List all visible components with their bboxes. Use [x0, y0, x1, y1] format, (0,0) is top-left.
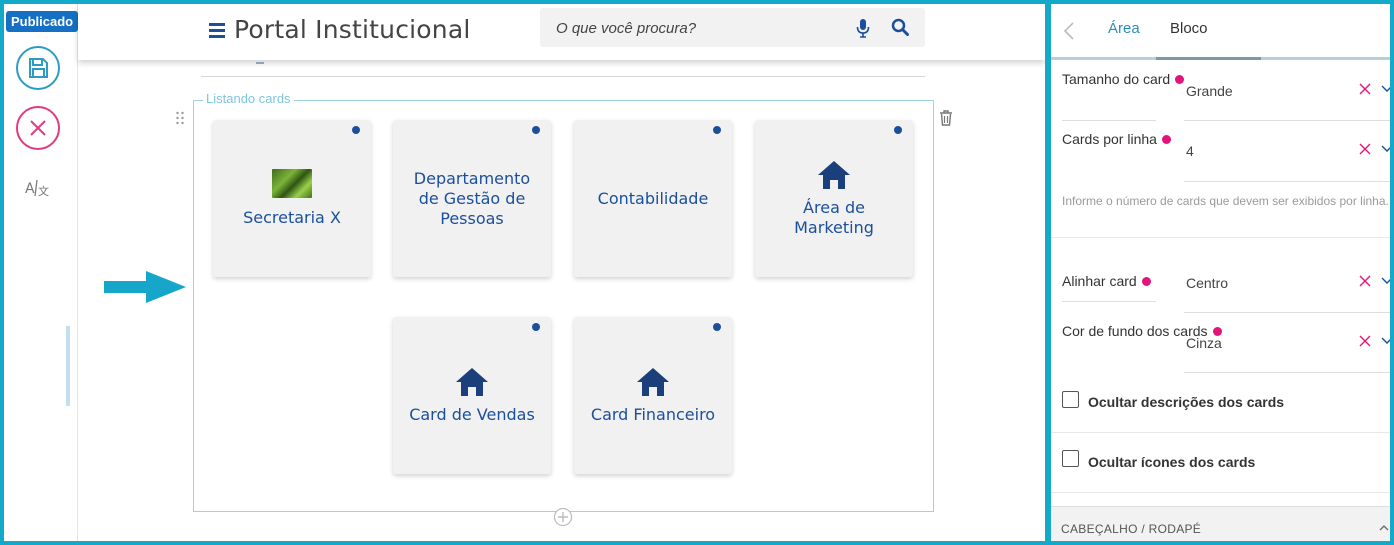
save-button[interactable]: [16, 46, 60, 90]
required-indicator: [1141, 277, 1151, 286]
card-status-dot: [532, 126, 540, 134]
card-label: Área de Marketing: [794, 197, 874, 237]
close-icon: [30, 120, 46, 136]
accordion-title: CABEÇALHO / RODAPÉ: [1061, 522, 1202, 536]
field-underline: [1184, 120, 1390, 121]
chevron-down-icon[interactable]: [1381, 277, 1390, 285]
svg-text:文: 文: [38, 184, 49, 198]
add-block-icon[interactable]: [553, 507, 573, 527]
clear-icon[interactable]: [1359, 83, 1371, 95]
card-financeiro[interactable]: Card Financeiro: [574, 317, 732, 474]
tab-area[interactable]: Área: [1108, 20, 1140, 37]
cancel-button[interactable]: [16, 106, 60, 150]
section-legend: Listando cards: [203, 91, 294, 106]
field-underline: [1184, 312, 1390, 313]
site-header: Portal Institucional: [78, 4, 1045, 60]
card-status-dot: [713, 126, 721, 134]
clear-icon[interactable]: [1359, 335, 1371, 347]
required-indicator: [1175, 75, 1185, 84]
clear-icon[interactable]: [1359, 143, 1371, 155]
field-label-tamanho-card: Tamanho do card: [1062, 69, 1185, 90]
drag-handle-icon[interactable]: [175, 110, 185, 126]
chevron-down-icon[interactable]: [1381, 145, 1390, 153]
card-vendas[interactable]: Card de Vendas: [393, 317, 551, 474]
chevron-down-icon[interactable]: [1381, 337, 1390, 345]
home-icon: [637, 367, 669, 396]
label-divider: [1062, 120, 1156, 121]
panel-tabs: Área Bloco: [1051, 4, 1390, 60]
content-divider: [201, 76, 925, 77]
svg-text:A: A: [25, 181, 35, 197]
card-label: Departamento de Gestão de Pessoas: [413, 168, 531, 228]
field-label-alinhar-card: Alinhar card: [1062, 271, 1151, 292]
card-label: Secretaria X: [243, 208, 341, 227]
card-status-dot: [352, 126, 360, 134]
panel-divider: [1045, 0, 1051, 545]
save-icon: [29, 58, 48, 78]
card-contabilidade[interactable]: Contabilidade: [574, 120, 732, 277]
card-label: Card de Vendas: [409, 404, 535, 424]
rail-scrollbar[interactable]: [66, 326, 70, 406]
home-icon: [456, 367, 488, 396]
trash-icon[interactable]: [939, 110, 953, 126]
card-area-marketing[interactable]: Área de Marketing: [755, 120, 913, 277]
card-secretaria-x[interactable]: Secretaria X: [213, 120, 371, 277]
accordion-header-cabecalho-rodape[interactable]: CABEÇALHO / RODAPÉ: [1051, 506, 1390, 541]
chevron-left-icon[interactable]: [1063, 21, 1075, 41]
active-tab-indicator: [1156, 57, 1261, 60]
search-bar: [540, 8, 925, 47]
chevron-down-icon[interactable]: [1381, 85, 1390, 93]
home-icon: [818, 160, 850, 189]
checkbox-label: Ocultar descrições dos cards: [1088, 394, 1285, 410]
section-separator: [1051, 492, 1390, 493]
clear-icon[interactable]: [1359, 275, 1371, 287]
card-status-dot: [894, 126, 902, 134]
card-status-dot: [532, 323, 540, 331]
scrolled-content-fragment: [256, 62, 264, 64]
section-separator: [1051, 432, 1390, 433]
field-underline: [1184, 372, 1390, 373]
hamburger-menu-icon[interactable]: [209, 23, 225, 38]
checkbox-label: Ocultar ícones dos cards: [1088, 454, 1256, 470]
search-input[interactable]: [556, 17, 846, 39]
card-label: Card Financeiro: [590, 404, 716, 424]
chevron-up-icon[interactable]: [1379, 523, 1389, 531]
translate-icon[interactable]: A 文: [24, 176, 52, 200]
field-underline: [1184, 181, 1390, 182]
microphone-icon[interactable]: [856, 18, 870, 38]
settings-panel: Área Bloco Tamanho do card Grande Cards …: [1051, 4, 1390, 541]
section-separator: [1051, 237, 1390, 238]
portal-title: Portal Institucional: [234, 15, 471, 44]
help-text: Informe o número de cards que devem ser …: [1062, 194, 1389, 208]
card-departamento-gestao-pessoas[interactable]: Departamento de Gestão de Pessoas: [393, 120, 551, 277]
checkbox-ocultar-icones[interactable]: [1062, 450, 1079, 467]
card-image-thumbnail: [272, 169, 312, 198]
pointer-arrow-icon: [104, 271, 186, 303]
status-badge: Publicado: [6, 11, 79, 32]
field-label-cards-por-linha: Cards por linha: [1062, 129, 1171, 150]
left-rail: Publicado A 文: [4, 4, 79, 541]
card-label: Contabilidade: [597, 188, 709, 208]
tab-bloco[interactable]: Bloco: [1170, 20, 1208, 37]
search-icon[interactable]: [891, 18, 909, 36]
required-indicator: [1161, 135, 1171, 144]
checkbox-ocultar-descricoes[interactable]: [1062, 391, 1079, 408]
card-status-dot: [713, 323, 721, 331]
label-divider: [1062, 301, 1156, 302]
